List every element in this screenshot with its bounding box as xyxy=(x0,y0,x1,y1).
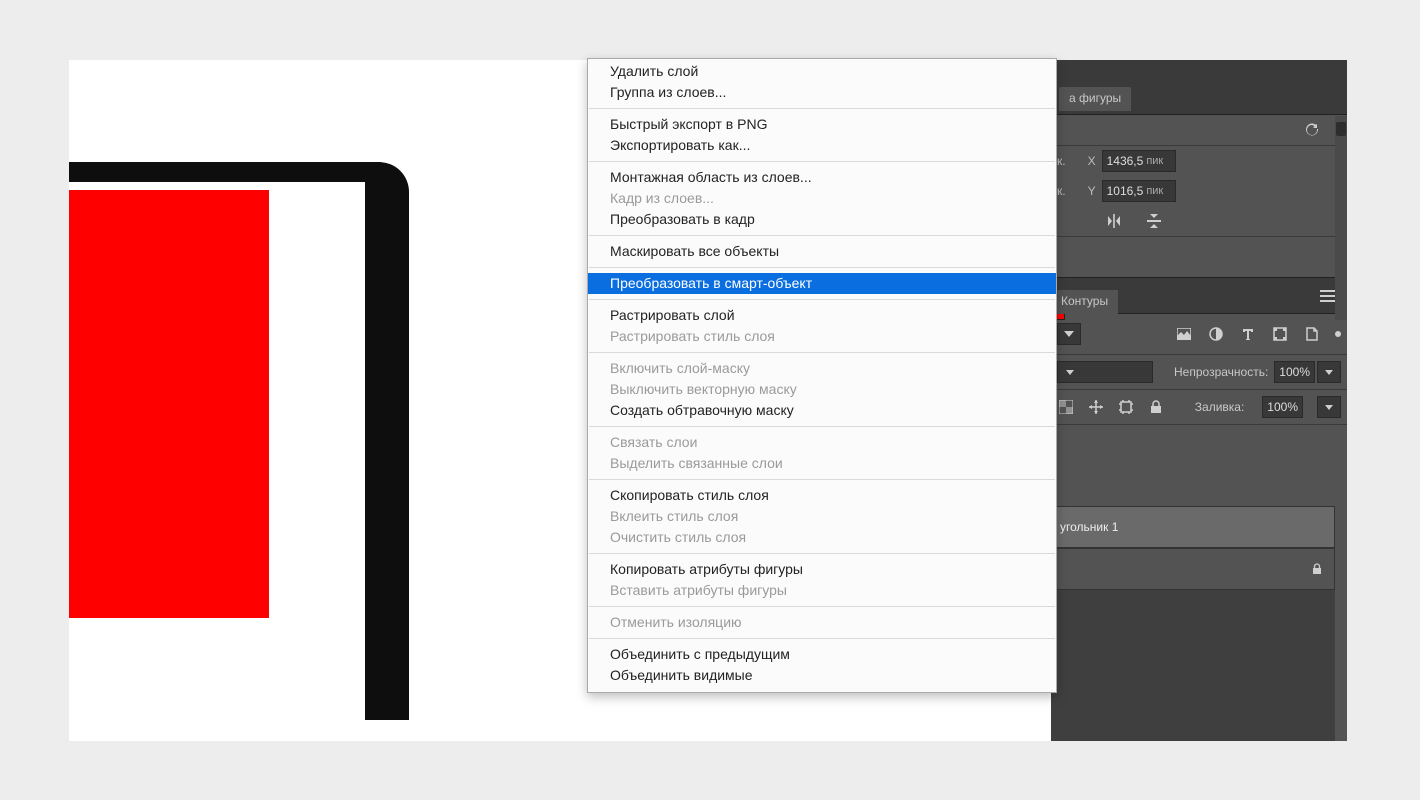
properties-tab[interactable]: а фигуры xyxy=(1051,60,1347,115)
x-unit: пик xyxy=(1146,155,1163,167)
menu-separator xyxy=(589,299,1055,300)
menu-item[interactable]: Удалить слой xyxy=(588,61,1056,82)
filter-adjustment-icon[interactable] xyxy=(1207,325,1225,343)
lock-transparency-icon[interactable] xyxy=(1057,398,1075,416)
menu-item[interactable]: Быстрый экспорт в PNG xyxy=(588,114,1056,135)
menu-item: Вставить атрибуты фигуры xyxy=(588,580,1056,601)
canvas-area xyxy=(69,60,473,741)
menu-item[interactable]: Скопировать стиль слоя xyxy=(588,485,1056,506)
layer-item-selected[interactable]: угольник 1 xyxy=(1051,506,1335,548)
filter-toggle-icon[interactable] xyxy=(1335,331,1341,337)
menu-separator xyxy=(589,426,1055,427)
filter-shape-icon[interactable] xyxy=(1271,325,1289,343)
menu-item[interactable]: Маскировать все объекты xyxy=(588,241,1056,262)
menu-item: Вклеить стиль слоя xyxy=(588,506,1056,527)
menu-item: Кадр из слоев... xyxy=(588,188,1056,209)
menu-separator xyxy=(589,108,1055,109)
layer-item-background[interactable] xyxy=(1051,548,1335,590)
fill-caret[interactable] xyxy=(1317,396,1341,418)
layer-filter-dropdown[interactable] xyxy=(1057,323,1081,345)
reset-icon[interactable] xyxy=(1303,121,1321,139)
y-unit: пик xyxy=(1146,185,1163,197)
menu-item: Связать слои xyxy=(588,432,1056,453)
lock-all-icon[interactable] xyxy=(1147,398,1165,416)
menu-item: Отменить изоляцию xyxy=(588,612,1056,633)
layer-name: угольник 1 xyxy=(1060,520,1118,534)
menu-item[interactable]: Объединить видимые xyxy=(588,665,1056,686)
menu-separator xyxy=(589,606,1055,607)
filter-pixel-icon[interactable] xyxy=(1175,325,1193,343)
menu-item[interactable]: Группа из слоев... xyxy=(588,82,1056,103)
menu-item: Растрировать стиль слоя xyxy=(588,326,1056,347)
shape-rectangle[interactable] xyxy=(69,190,269,618)
menu-item[interactable]: Объединить с предыдущим xyxy=(588,644,1056,665)
y-value: 1016,5 xyxy=(1107,184,1144,198)
opacity-row: Непрозрачность: 100% xyxy=(1051,355,1347,390)
properties-tab-label: а фигуры xyxy=(1059,87,1131,111)
x-label: X xyxy=(1088,154,1096,168)
menu-item: Очистить стиль слоя xyxy=(588,527,1056,548)
menu-item[interactable]: Преобразовать в кадр xyxy=(588,209,1056,230)
fill-input[interactable]: 100% xyxy=(1262,396,1303,418)
blend-mode-dropdown[interactable] xyxy=(1057,361,1153,383)
menu-item: Выделить связанные слои xyxy=(588,453,1056,474)
menu-item: Выключить векторную маску xyxy=(588,379,1056,400)
lock-artboard-icon[interactable] xyxy=(1117,398,1135,416)
menu-item[interactable]: Преобразовать в смарт-объект xyxy=(588,273,1056,294)
lock-icon xyxy=(1308,560,1326,578)
menu-item[interactable]: Копировать атрибуты фигуры xyxy=(588,559,1056,580)
filter-type-icon[interactable] xyxy=(1239,325,1257,343)
contours-tab-label: Контуры xyxy=(1051,290,1118,314)
flip-horizontal-icon[interactable] xyxy=(1105,212,1123,230)
lock-position-icon[interactable] xyxy=(1087,398,1105,416)
menu-separator xyxy=(589,267,1055,268)
menu-separator xyxy=(589,638,1055,639)
k-suffix-2: к. xyxy=(1057,184,1066,198)
menu-separator xyxy=(589,235,1055,236)
menu-item[interactable]: Создать обтравочную маску xyxy=(588,400,1056,421)
lock-row: Заливка: 100% xyxy=(1051,390,1347,425)
x-input[interactable]: 1436,5 пик xyxy=(1102,150,1176,172)
menu-item[interactable]: Монтажная область из слоев... xyxy=(588,167,1056,188)
menu-item[interactable]: Растрировать слой xyxy=(588,305,1056,326)
filter-smart-icon[interactable] xyxy=(1303,325,1321,343)
panels-dock: а фигуры к. X 1436,5 пик к. Y 1016,5 пик xyxy=(1051,60,1347,741)
y-input[interactable]: 1016,5 пик xyxy=(1102,180,1176,202)
swatch-row xyxy=(1051,236,1347,273)
properties-scrollbar[interactable] xyxy=(1335,116,1347,320)
menu-item[interactable]: Экспортировать как... xyxy=(588,135,1056,156)
opacity-input[interactable]: 100% xyxy=(1274,361,1315,383)
x-value: 1436,5 xyxy=(1107,154,1144,168)
k-suffix: к. xyxy=(1057,154,1066,168)
app-window: а фигуры к. X 1436,5 пик к. Y 1016,5 пик xyxy=(69,60,1347,741)
menu-item: Включить слой-маску xyxy=(588,358,1056,379)
fill-label: Заливка: xyxy=(1195,400,1245,414)
properties-reset-row xyxy=(1051,115,1347,146)
layer-context-menu[interactable]: Удалить слойГруппа из слоев... Быстрый эк… xyxy=(587,58,1057,693)
scrollbar-thumb[interactable] xyxy=(1336,122,1346,136)
align-row xyxy=(1051,206,1347,236)
y-label: Y xyxy=(1088,184,1096,198)
layers-list: угольник 1 xyxy=(1051,506,1335,741)
contours-panel-header[interactable]: Контуры xyxy=(1051,277,1347,314)
monitor-mockup xyxy=(69,162,409,720)
layers-filter-row xyxy=(1051,314,1347,355)
menu-separator xyxy=(589,479,1055,480)
y-field-row: к. Y 1016,5 пик xyxy=(1051,176,1347,206)
fill-value: 100% xyxy=(1267,400,1298,414)
opacity-value: 100% xyxy=(1279,365,1310,379)
monitor-screen xyxy=(69,182,365,720)
align-vertical-center-icon[interactable] xyxy=(1145,212,1163,230)
menu-separator xyxy=(589,161,1055,162)
opacity-caret[interactable] xyxy=(1317,361,1341,383)
opacity-label: Непрозрачность: xyxy=(1174,365,1268,379)
x-field-row: к. X 1436,5 пик xyxy=(1051,146,1347,176)
menu-separator xyxy=(589,553,1055,554)
menu-separator xyxy=(589,352,1055,353)
